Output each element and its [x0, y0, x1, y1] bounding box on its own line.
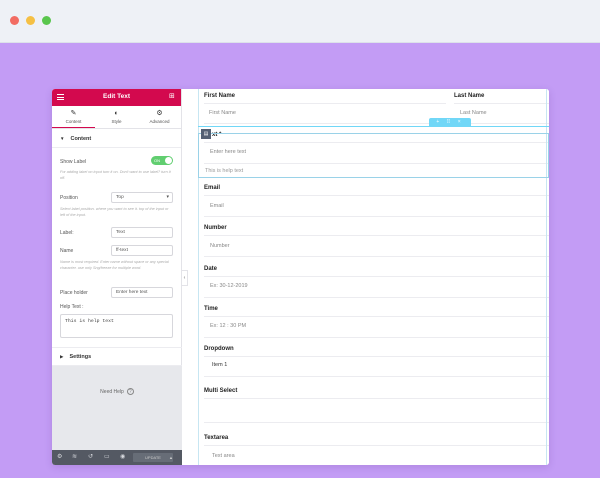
minimize-window-icon[interactable]: [26, 16, 35, 25]
first-name-input[interactable]: First Name: [209, 110, 236, 116]
update-button[interactable]: UPDATE: [133, 453, 173, 462]
date-input[interactable]: Ex: 30-12-2019: [210, 283, 248, 289]
editor-panel: Edit Text ⊞ ✎ Content ◐ Style ⚙ Advanced…: [52, 89, 182, 465]
toggle-text: ON: [154, 158, 160, 163]
maximize-window-icon[interactable]: [42, 16, 51, 25]
gear-icon: ⚙: [156, 110, 163, 117]
edit-widget-icon[interactable]: ▤: [201, 129, 211, 139]
need-help-link[interactable]: Need Help?: [52, 388, 182, 395]
time-label: Time: [204, 306, 218, 312]
tab-style[interactable]: ◐ Style: [95, 106, 138, 128]
panel-header: Edit Text ⊞: [52, 89, 181, 106]
dropdown-select[interactable]: Item 1: [212, 362, 227, 368]
update-options-icon[interactable]: ▲: [169, 453, 173, 462]
panel-footer: ⚙ ≋ ↺ ▭ ◉ UPDATE ▲: [52, 450, 182, 465]
time-input[interactable]: Ex: 12 : 30 PM: [210, 323, 246, 329]
tab-advanced[interactable]: ⚙ Advanced: [138, 106, 181, 128]
history-icon[interactable]: ↺: [88, 453, 93, 460]
multi-select-label: Multi Select: [204, 388, 238, 394]
email-input[interactable]: Email: [210, 203, 224, 209]
contrast-icon: ◐: [114, 110, 119, 117]
settings-section-toggle[interactable]: ▶ Settings: [52, 347, 182, 366]
first-name-label: First Name: [204, 93, 236, 99]
date-label: Date: [204, 266, 218, 272]
close-window-icon[interactable]: [10, 16, 19, 25]
control-label: Label:: [60, 230, 74, 236]
control-label: Position: [60, 195, 78, 201]
position-select[interactable]: Top: [111, 192, 173, 203]
label-input[interactable]: Text: [111, 227, 173, 238]
show-label-toggle[interactable]: ON: [151, 156, 173, 165]
textarea-label: Textarea: [204, 435, 229, 441]
control-label: Name: [60, 248, 74, 254]
tab-label: Advanced: [149, 119, 170, 124]
dropdown-label: Dropdown: [204, 346, 234, 352]
question-icon: ?: [126, 388, 134, 395]
selected-widget-outline: [198, 133, 549, 178]
caret-right-icon: ▶: [60, 354, 64, 359]
control-label: Place holder: [60, 290, 88, 296]
section-outline: [198, 126, 549, 127]
number-label: Number: [204, 225, 227, 231]
show-label-description: For adding label on input turn it on. Do…: [60, 170, 171, 180]
responsive-icon[interactable]: ▭: [104, 453, 110, 460]
help-area: Need Help?: [52, 366, 182, 450]
caret-down-icon: ▼: [60, 136, 65, 141]
name-input[interactable]: ff-text: [111, 245, 173, 256]
textarea-input[interactable]: Text area: [212, 453, 235, 459]
control-label: Show Label: [60, 159, 87, 165]
content-section-toggle[interactable]: ▼ Content: [52, 129, 181, 148]
tab-content[interactable]: ✎ Content: [52, 106, 95, 128]
section-title: Settings: [69, 354, 92, 360]
need-help-text: Need Help: [100, 389, 124, 395]
last-name-input[interactable]: Last Name: [460, 110, 487, 116]
pencil-icon: ✎: [70, 110, 77, 117]
preview-eye-icon[interactable]: ◉: [120, 453, 125, 460]
panel-title: Edit Text: [103, 93, 130, 100]
name-description: Name is most required. Enter name withou…: [60, 260, 169, 270]
editor-app: Edit Text ⊞ ✎ Content ◐ Style ⚙ Advanced…: [52, 89, 549, 465]
section-handle[interactable]: + ⠿ ×: [429, 118, 471, 127]
control-label: Help Text :: [60, 304, 84, 310]
last-name-label: Last Name: [454, 93, 485, 99]
panel-tabs: ✎ Content ◐ Style ⚙ Advanced: [52, 106, 181, 129]
widgets-grid-icon[interactable]: ⊞: [169, 93, 176, 100]
email-label: Email: [204, 185, 221, 191]
number-input[interactable]: Number: [210, 243, 230, 249]
section-title: Content: [70, 136, 92, 142]
layers-icon[interactable]: ≋: [72, 453, 77, 460]
browser-titlebar: [0, 0, 600, 43]
position-description: Select label position. where you want to…: [60, 207, 169, 217]
gear-icon[interactable]: ⚙: [57, 453, 62, 460]
help-text-textarea[interactable]: This is help text: [60, 314, 173, 338]
tab-label: Style: [111, 119, 122, 124]
placeholder-input[interactable]: Enter here text: [111, 287, 173, 298]
tab-label: Content: [65, 119, 82, 124]
